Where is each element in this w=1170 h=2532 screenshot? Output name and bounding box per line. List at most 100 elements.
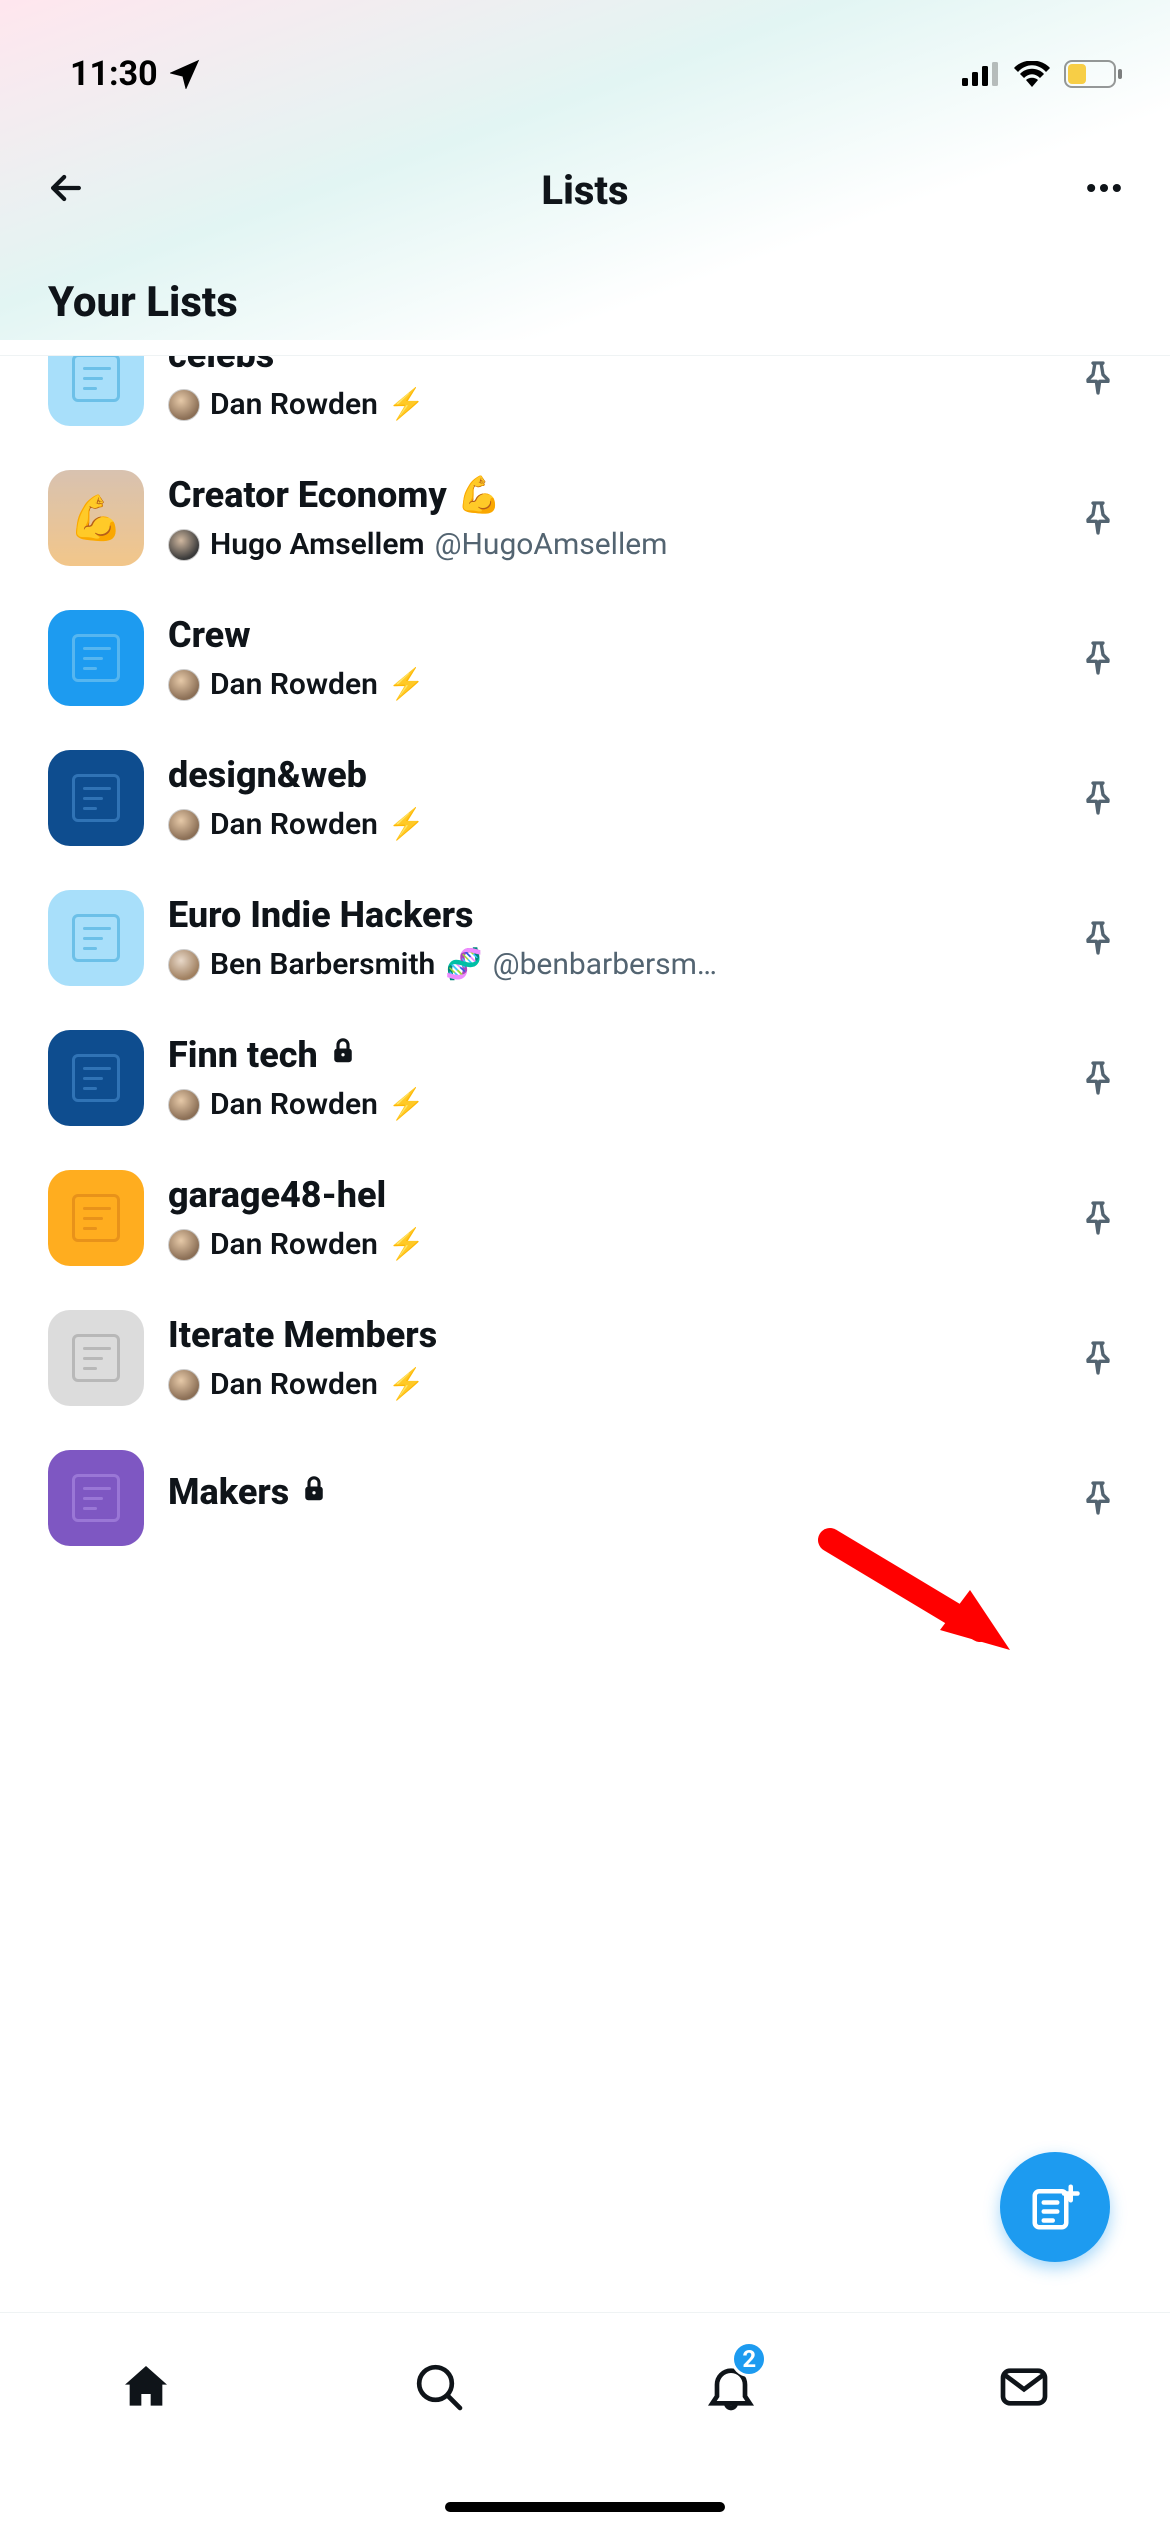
wifi-icon	[1014, 61, 1050, 87]
nav-home[interactable]	[106, 2347, 186, 2427]
nav-notifications[interactable]: 2	[691, 2347, 771, 2427]
list-author: Dan Rowden ⚡	[168, 387, 1050, 422]
list-name-text: Euro Indie Hackers	[168, 894, 473, 937]
lock-icon	[299, 1474, 329, 1513]
author-name: Dan Rowden	[210, 807, 378, 842]
list-body: Makers	[168, 1471, 1050, 1524]
status-bar: 11:30	[0, 0, 1170, 120]
bottom-nav: 2	[0, 2312, 1170, 2532]
list-author: Dan Rowden ⚡	[168, 1227, 1050, 1262]
header-title: Lists	[541, 167, 628, 214]
list-author: Hugo Amsellem@HugoAmsellem	[168, 527, 1050, 562]
author-handle: @benbarbersm…	[493, 947, 717, 982]
list-row[interactable]: Finn tech Dan Rowden ⚡	[0, 1008, 1170, 1148]
list-row[interactable]: design&web Dan Rowden ⚡	[0, 728, 1170, 868]
battery-icon	[1064, 60, 1122, 88]
list-thumb	[48, 356, 144, 426]
list-row[interactable]: Iterate Members Dan Rowden ⚡	[0, 1288, 1170, 1428]
author-handle: @HugoAmsellem	[435, 527, 668, 562]
author-badge: ⚡	[388, 387, 425, 422]
list-name: celebs	[168, 356, 1050, 377]
list-author: Dan Rowden ⚡	[168, 1367, 1050, 1402]
author-badge: ⚡	[388, 1367, 425, 1402]
list-name-text: garage48-hel	[168, 1174, 386, 1217]
list-author: Dan Rowden ⚡	[168, 667, 1050, 702]
more-button[interactable]	[1082, 166, 1126, 214]
nav-messages[interactable]	[984, 2347, 1064, 2427]
list-name-text: Crew	[168, 614, 250, 657]
list-thumb	[48, 750, 144, 846]
author-avatar	[168, 1089, 200, 1121]
pin-button[interactable]	[1074, 774, 1122, 822]
home-indicator	[445, 2502, 725, 2512]
list-name-text: Creator Economy	[168, 474, 447, 517]
pin-button[interactable]	[1074, 1194, 1122, 1242]
author-avatar	[168, 529, 200, 561]
list-thumb	[48, 890, 144, 986]
section-header: Your Lists	[0, 260, 1170, 356]
list-thumb: 💪	[48, 470, 144, 566]
list-body: celebs Dan Rowden ⚡	[168, 356, 1050, 422]
list-thumb	[48, 1030, 144, 1126]
list-name-text: Iterate Members	[168, 1314, 437, 1357]
author-badge: ⚡	[388, 1087, 425, 1122]
section-title: Your Lists	[48, 278, 1122, 327]
mail-icon	[996, 2359, 1052, 2415]
list-thumb	[48, 1310, 144, 1406]
list-row[interactable]: celebs Dan Rowden ⚡	[0, 356, 1170, 448]
list-body: Euro Indie Hackers Ben Barbersmith 🧬 @benba…	[168, 894, 1050, 982]
pin-button[interactable]	[1074, 1054, 1122, 1102]
author-badge: ⚡	[388, 807, 425, 842]
author-avatar	[168, 949, 200, 981]
author-name: Dan Rowden	[210, 387, 378, 422]
back-button[interactable]	[44, 166, 88, 214]
pin-button[interactable]	[1074, 914, 1122, 962]
cellular-icon	[962, 62, 1000, 86]
status-time: 11:30	[70, 54, 158, 94]
list-name: garage48-hel	[168, 1174, 1050, 1217]
list-body: Creator Economy💪 Hugo Amsellem@HugoAmsell…	[168, 474, 1050, 562]
list-name-text: celebs	[168, 356, 274, 377]
new-list-fab[interactable]	[1000, 2152, 1110, 2262]
home-icon	[118, 2359, 174, 2415]
list-body: Crew Dan Rowden ⚡	[168, 614, 1050, 702]
list-name: Finn tech	[168, 1034, 1050, 1077]
pin-button[interactable]	[1074, 634, 1122, 682]
nav-search[interactable]	[399, 2347, 479, 2427]
list-row[interactable]: Euro Indie Hackers Ben Barbersmith 🧬 @benba…	[0, 868, 1170, 1008]
pin-button[interactable]	[1074, 1474, 1122, 1522]
list-row[interactable]: 💪 Creator Economy💪 Hugo Amsellem@HugoAmsel…	[0, 448, 1170, 588]
author-name: Dan Rowden	[210, 667, 378, 702]
list-row[interactable]: Makers	[0, 1428, 1170, 1568]
list-body: garage48-hel Dan Rowden ⚡	[168, 1174, 1050, 1262]
pin-button[interactable]	[1074, 494, 1122, 542]
list-author: Dan Rowden ⚡	[168, 1087, 1050, 1122]
list-name: Creator Economy💪	[168, 474, 1050, 517]
author-avatar	[168, 1229, 200, 1261]
list-thumb	[48, 610, 144, 706]
author-badge: ⚡	[388, 667, 425, 702]
list-name: Crew	[168, 614, 1050, 657]
list-row[interactable]: Crew Dan Rowden ⚡	[0, 588, 1170, 728]
location-icon	[170, 59, 200, 89]
author-avatar	[168, 1369, 200, 1401]
list-thumb	[48, 1450, 144, 1546]
back-arrow-icon	[44, 166, 88, 210]
list-name: Makers	[168, 1471, 1050, 1514]
list-row[interactable]: garage48-hel Dan Rowden ⚡	[0, 1148, 1170, 1288]
list-body: Finn tech Dan Rowden ⚡	[168, 1034, 1050, 1122]
author-name: Dan Rowden	[210, 1227, 378, 1262]
author-name: Ben Barbersmith	[210, 947, 435, 982]
list-name-text: Makers	[168, 1471, 289, 1514]
author-avatar	[168, 809, 200, 841]
author-name: Dan Rowden	[210, 1367, 378, 1402]
author-name: Dan Rowden	[210, 1087, 378, 1122]
pin-button[interactable]	[1074, 1334, 1122, 1382]
list-name: design&web	[168, 754, 1050, 797]
author-badge: ⚡	[388, 1227, 425, 1262]
list-name: Iterate Members	[168, 1314, 1050, 1357]
pin-button[interactable]	[1074, 356, 1122, 402]
author-badge: 🧬	[445, 947, 482, 982]
search-icon	[411, 2359, 467, 2415]
list-name-text: Finn tech	[168, 1034, 318, 1077]
